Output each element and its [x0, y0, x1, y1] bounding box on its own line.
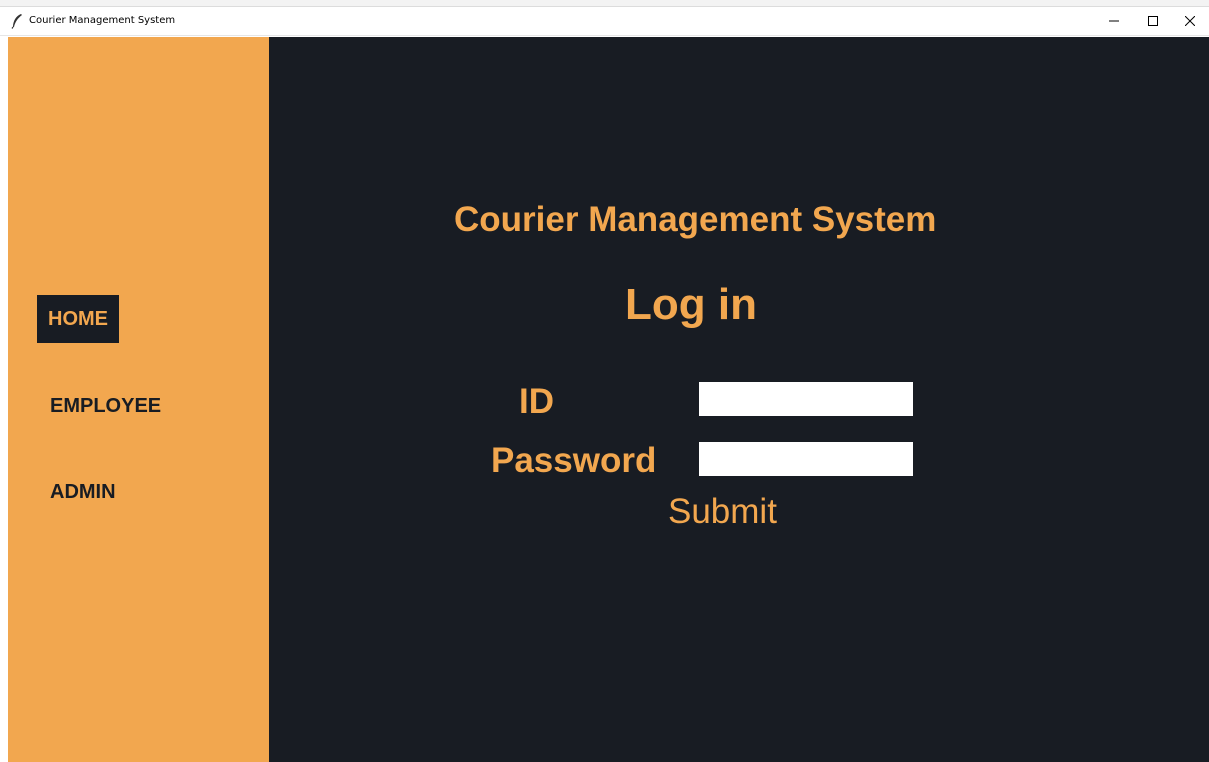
- window-title: Courier Management System: [29, 15, 176, 26]
- submit-button[interactable]: Submit: [668, 492, 777, 532]
- feather-icon: [10, 13, 24, 29]
- id-field[interactable]: [699, 382, 913, 416]
- sidebar-item-home[interactable]: HOME: [37, 295, 119, 343]
- sidebar-item-admin[interactable]: ADMIN: [50, 480, 116, 504]
- close-button[interactable]: [1172, 7, 1208, 36]
- screen-top-strip: [0, 0, 1209, 7]
- maximize-button[interactable]: [1135, 7, 1171, 36]
- app-window: Courier Management System HOME EMPLOYEE: [0, 7, 1209, 762]
- id-label: ID: [519, 382, 554, 421]
- title-bar[interactable]: Courier Management System: [0, 7, 1209, 36]
- minimize-icon: [1109, 13, 1119, 31]
- page-title: Courier Management System: [454, 200, 937, 239]
- maximize-icon: [1148, 13, 1158, 31]
- minimize-button[interactable]: [1096, 7, 1132, 36]
- password-field[interactable]: [699, 442, 913, 476]
- main-area: HOME EMPLOYEE ADMIN Courier Management S…: [8, 37, 1209, 762]
- login-heading: Log in: [625, 280, 757, 329]
- sidebar: HOME EMPLOYEE ADMIN: [8, 37, 269, 762]
- sidebar-item-employee[interactable]: EMPLOYEE: [50, 394, 161, 418]
- close-icon: [1184, 13, 1196, 31]
- password-label: Password: [491, 441, 657, 480]
